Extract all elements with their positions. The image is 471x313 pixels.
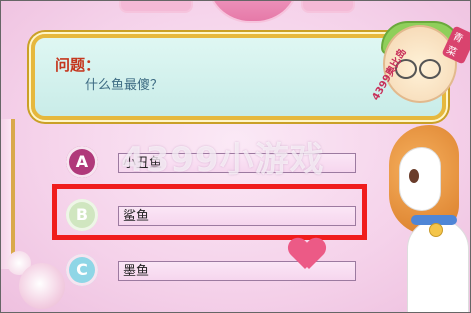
heart-icon: [289, 239, 325, 271]
pony-character: [381, 119, 470, 312]
option-c-letter[interactable]: C: [66, 254, 98, 286]
pony-eye: [409, 169, 419, 183]
option-a[interactable]: A 小丑鱼: [66, 146, 366, 180]
rose-icon: [19, 263, 65, 309]
answer-highlight-box: [52, 184, 367, 240]
game-screen: 问题： 什么鱼最傻？ 4399奥比岛 青菜 A 小丑鱼 B 鲨鱼 C 墨鱼 43…: [0, 0, 471, 313]
option-a-letter[interactable]: A: [66, 146, 98, 178]
top-ornament-right: [301, 1, 355, 13]
bell-icon: [429, 223, 443, 237]
top-heart-ornament: [206, 1, 300, 23]
aobi-island-badge: 4399奥比岛 青菜: [361, 3, 470, 113]
question-label: 问题：: [55, 56, 101, 74]
option-a-text[interactable]: 小丑鱼: [118, 153, 356, 173]
question-text: 什么鱼最傻？: [85, 78, 164, 93]
top-ornament-left: [119, 1, 193, 13]
pony-head: [399, 147, 441, 211]
left-frame-ornament: [1, 119, 15, 269]
